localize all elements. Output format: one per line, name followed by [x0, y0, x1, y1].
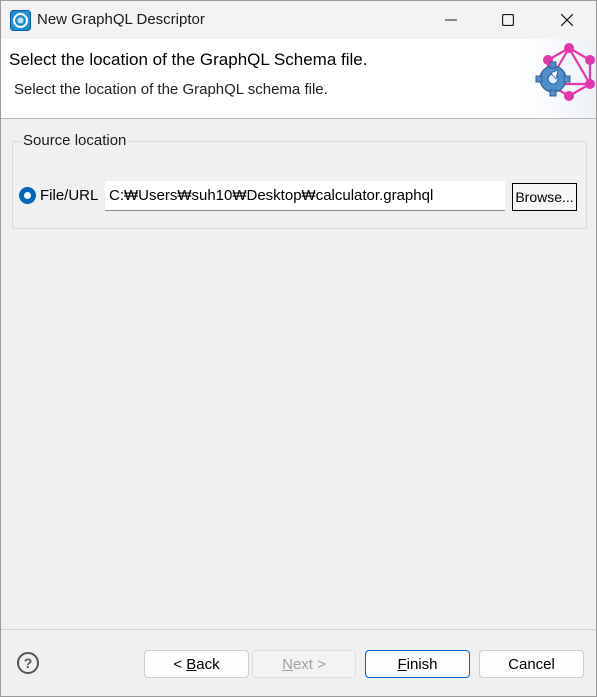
maximize-icon: [502, 14, 514, 26]
wizard-banner: Select the location of the GraphQL Schem…: [1, 39, 596, 119]
schema-path-input[interactable]: [105, 181, 505, 211]
minimize-icon: [445, 19, 457, 21]
source-location-label: Source location: [21, 132, 129, 149]
close-icon: [561, 14, 573, 26]
finish-label-rest: inish: [406, 655, 438, 673]
next-button[interactable]: Next >: [252, 650, 356, 678]
graphql-wizard-logo-icon: [520, 39, 596, 118]
dialog-window: New GraphQL Descriptor Select the locati…: [0, 0, 597, 697]
page-description: Select the location of the GraphQL schem…: [14, 81, 328, 98]
maximize-button[interactable]: [479, 1, 537, 39]
finish-button[interactable]: Finish: [365, 650, 470, 678]
window-title: New GraphQL Descriptor: [37, 11, 205, 28]
title-bar[interactable]: New GraphQL Descriptor: [1, 1, 596, 39]
back-mnemonic: B: [186, 655, 197, 673]
next-mnemonic: N: [282, 655, 293, 673]
app-icon: [10, 10, 31, 31]
minimize-button[interactable]: [422, 1, 480, 39]
cancel-button[interactable]: Cancel: [479, 650, 584, 678]
file-url-radio-label[interactable]: File/URL: [40, 187, 98, 204]
close-button[interactable]: [538, 1, 596, 39]
radio-selected-dot: [24, 192, 31, 199]
back-prefix: <: [173, 655, 187, 673]
back-button[interactable]: < Back: [144, 650, 249, 678]
browse-button[interactable]: Browse...: [512, 183, 577, 211]
back-label-rest: ack: [196, 655, 220, 673]
finish-mnemonic: F: [397, 655, 407, 673]
footer-separator: [1, 629, 596, 630]
help-button[interactable]: ?: [17, 652, 39, 674]
file-url-radio[interactable]: [19, 187, 36, 204]
help-icon: ?: [23, 655, 33, 671]
next-label-rest: ext >: [292, 655, 326, 673]
page-title: Select the location of the GraphQL Schem…: [9, 50, 368, 69]
